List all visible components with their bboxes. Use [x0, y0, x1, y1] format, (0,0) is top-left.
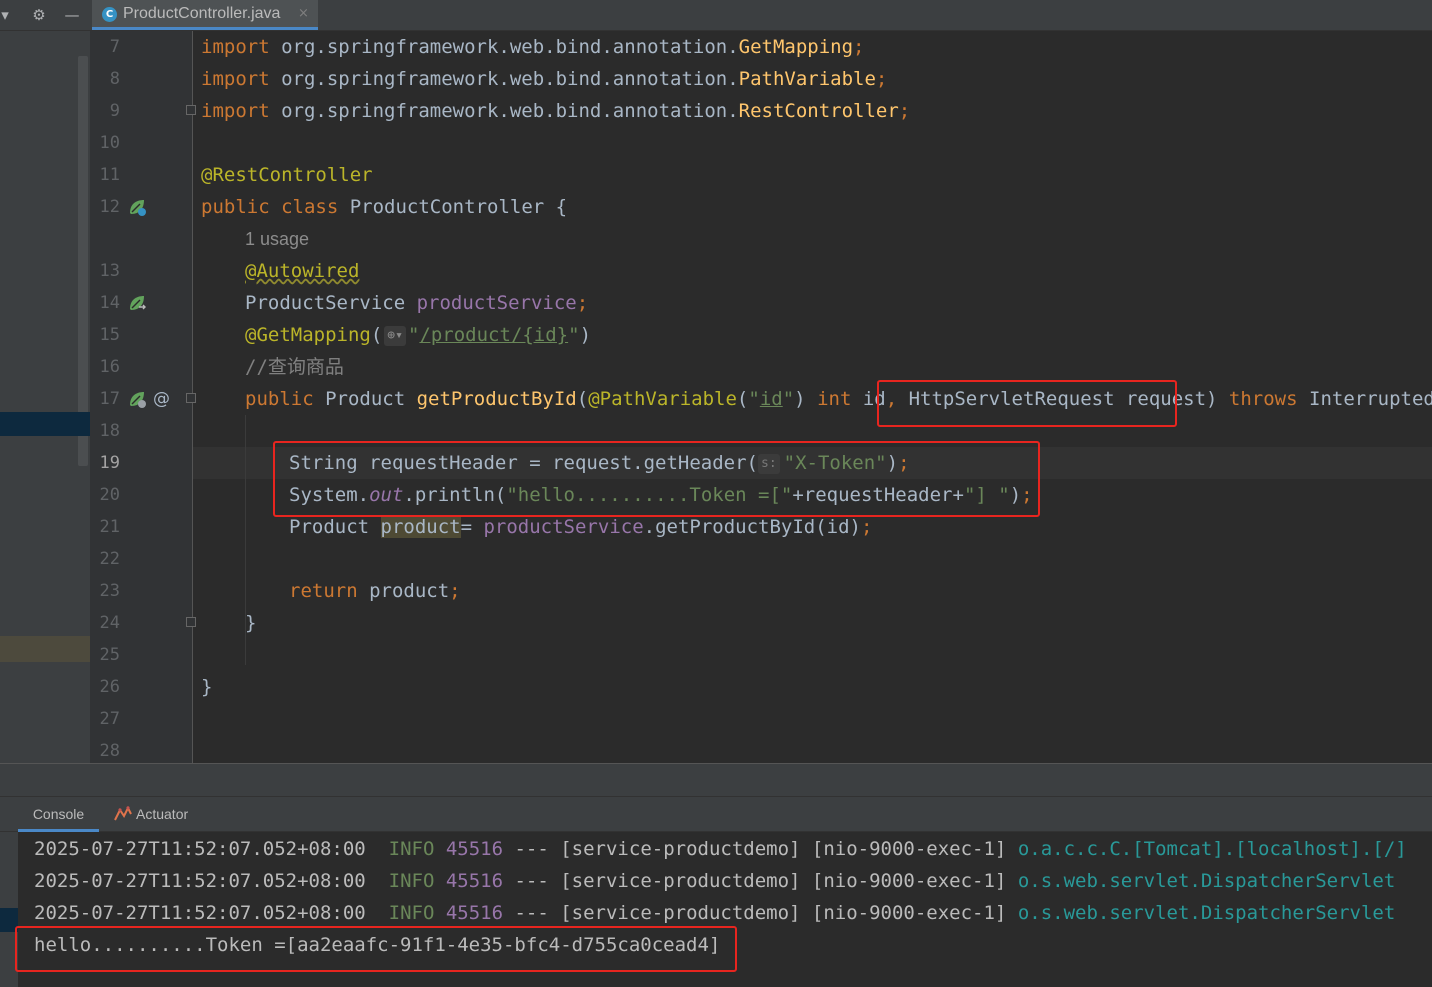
line-number: 13 [99, 261, 120, 281]
code-line-23: return product; [289, 580, 461, 602]
log-line: 2025-07-27T11:52:07.052+08:00 INFO 45516… [34, 902, 1396, 924]
line-number: 17 [99, 389, 120, 409]
console-tab-bar: Console Actuator [0, 797, 1432, 832]
java-class-icon: C [102, 7, 117, 22]
override-at-icon[interactable]: @ [153, 383, 170, 415]
tab-label: ProductController.java [123, 5, 281, 22]
tab-console-label: Console [32, 806, 85, 822]
spring-bean-icon[interactable] [127, 197, 147, 217]
code-editor[interactable]: import org.springframework.web.bind.anno… [193, 31, 1432, 763]
log-line: 2025-07-27T11:52:07.052+08:00 INFO 45516… [34, 870, 1396, 892]
line-number: 9 [109, 101, 120, 121]
line-number: 21 [99, 517, 120, 537]
tab-actuator[interactable]: Actuator [114, 797, 188, 832]
line-number: 15 [99, 325, 120, 345]
line-number: 11 [99, 165, 120, 185]
code-line-9: import org.springframework.web.bind.anno… [201, 100, 911, 122]
editor-tab-bar: ▾ ⚙ — C ProductController.java × [0, 0, 1432, 31]
code-line-17: public Product getProductById(@PathVaria… [245, 388, 1432, 410]
web-endpoint-icon[interactable]: ⊕▾ [384, 325, 406, 346]
code-line-19: String requestHeader = request.getHeader… [289, 452, 910, 474]
tab-product-controller[interactable]: C ProductController.java × [92, 0, 318, 30]
line-number: 18 [99, 421, 120, 441]
line-number: 14 [99, 293, 120, 313]
code-line-11: @RestController [201, 164, 373, 186]
collapse-icon[interactable]: ▾ [0, 0, 10, 30]
line-number: 10 [99, 133, 120, 153]
project-scrollbar[interactable] [78, 56, 88, 466]
line-number: 24 [99, 613, 120, 633]
code-line-8: import org.springframework.web.bind.anno… [201, 68, 888, 90]
code-line-12: public class ProductController { [201, 196, 568, 218]
close-icon[interactable]: × [298, 0, 309, 28]
code-line-26: } [201, 676, 213, 698]
gear-icon[interactable]: ⚙ [28, 0, 50, 30]
line-number: 7 [109, 37, 120, 57]
code-line-21: Product product= productService.getProdu… [289, 516, 873, 538]
code-line-7: import org.springframework.web.bind.anno… [201, 36, 865, 58]
code-line-14: ProductService productService; [245, 292, 589, 314]
line-number-current: 19 [99, 453, 120, 473]
output-line: hello..........Token =[aa2eaafc-91f1-4e3… [34, 934, 721, 956]
project-highlight-row[interactable] [0, 636, 90, 662]
tab-console[interactable]: Console [18, 797, 99, 832]
code-line-20: System.out.println("hello..........Token… [289, 484, 1033, 506]
code-line-16: //查询商品 [245, 356, 344, 378]
spring-mapping-icon[interactable] [127, 389, 147, 409]
project-selected-row[interactable] [0, 412, 90, 436]
code-line-24: } [245, 612, 257, 634]
line-number: 22 [99, 549, 120, 569]
panel-splitter[interactable] [0, 763, 1432, 797]
code-line-15: @GetMapping(⊕▾ "/product/{id}") [245, 324, 592, 346]
line-number: 25 [99, 645, 120, 665]
line-number: 23 [99, 581, 120, 601]
spring-autowired-icon[interactable] [127, 293, 147, 313]
minimize-icon[interactable]: — [60, 0, 84, 30]
line-number: 16 [99, 357, 120, 377]
usage-hint[interactable]: 1 usage [245, 223, 309, 255]
param-hint: s: [758, 453, 780, 474]
line-number: 20 [99, 485, 120, 505]
tab-actuator-label: Actuator [136, 806, 189, 822]
code-line-13: @Autowired [245, 260, 360, 282]
project-panel [0, 31, 90, 763]
line-number: 27 [99, 709, 120, 729]
line-number: 26 [99, 677, 120, 697]
line-number: 12 [99, 197, 120, 217]
actuator-icon [114, 805, 132, 821]
console-side-marker [0, 908, 18, 932]
log-line: 2025-07-27T11:52:07.052+08:00 INFO 45516… [34, 838, 1407, 860]
line-number: 8 [109, 69, 120, 89]
